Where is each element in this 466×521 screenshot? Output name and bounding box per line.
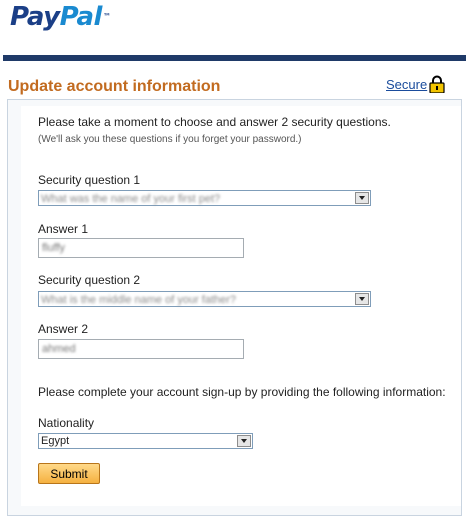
security-question-1-select[interactable]: What was the name of your first pet? [38, 190, 371, 206]
title-row: Update account information Secure [5, 73, 466, 99]
security-question-1-label: Security question 1 [38, 173, 141, 187]
nationality-label: Nationality [38, 416, 95, 430]
nationality-select[interactable]: Egypt [38, 433, 253, 449]
page-title: Update account information [8, 78, 221, 95]
form-panel: Please take a moment to choose and answe… [7, 99, 462, 516]
submit-button[interactable]: Submit [38, 463, 100, 484]
answer-1-label: Answer 1 [38, 222, 89, 236]
chevron-down-icon [355, 293, 369, 305]
lock-icon [429, 75, 445, 93]
answer-1-input[interactable]: fluffy [38, 238, 244, 258]
security-question-2-label: Security question 2 [38, 273, 141, 287]
signup-text: Please complete your account sign-up by … [38, 385, 446, 399]
secure-link[interactable]: Secure [386, 77, 427, 92]
form-body: Please take a moment to choose and answe… [21, 106, 461, 506]
intro-note: (We'll ask you these questions if you fo… [38, 134, 302, 145]
security-question-2-select[interactable]: What is the middle name of your father? [38, 291, 371, 307]
answer-2-label: Answer 2 [38, 322, 89, 336]
intro-text: Please take a moment to choose and answe… [38, 115, 391, 129]
chevron-down-icon [237, 435, 251, 447]
nationality-value: Egypt [41, 435, 70, 447]
paypal-page: PayPal™ Update account information Secur… [0, 0, 466, 521]
security-question-2-value: What is the middle name of your father? [41, 294, 237, 306]
paypal-logo: PayPal™ [10, 2, 111, 32]
answer-2-value: ahmed [42, 343, 76, 355]
chevron-down-icon [355, 192, 369, 204]
header-bar [3, 55, 466, 61]
answer-2-input[interactable]: ahmed [38, 339, 244, 359]
answer-1-value: fluffy [42, 242, 66, 254]
security-question-1-value: What was the name of your first pet? [41, 193, 221, 205]
